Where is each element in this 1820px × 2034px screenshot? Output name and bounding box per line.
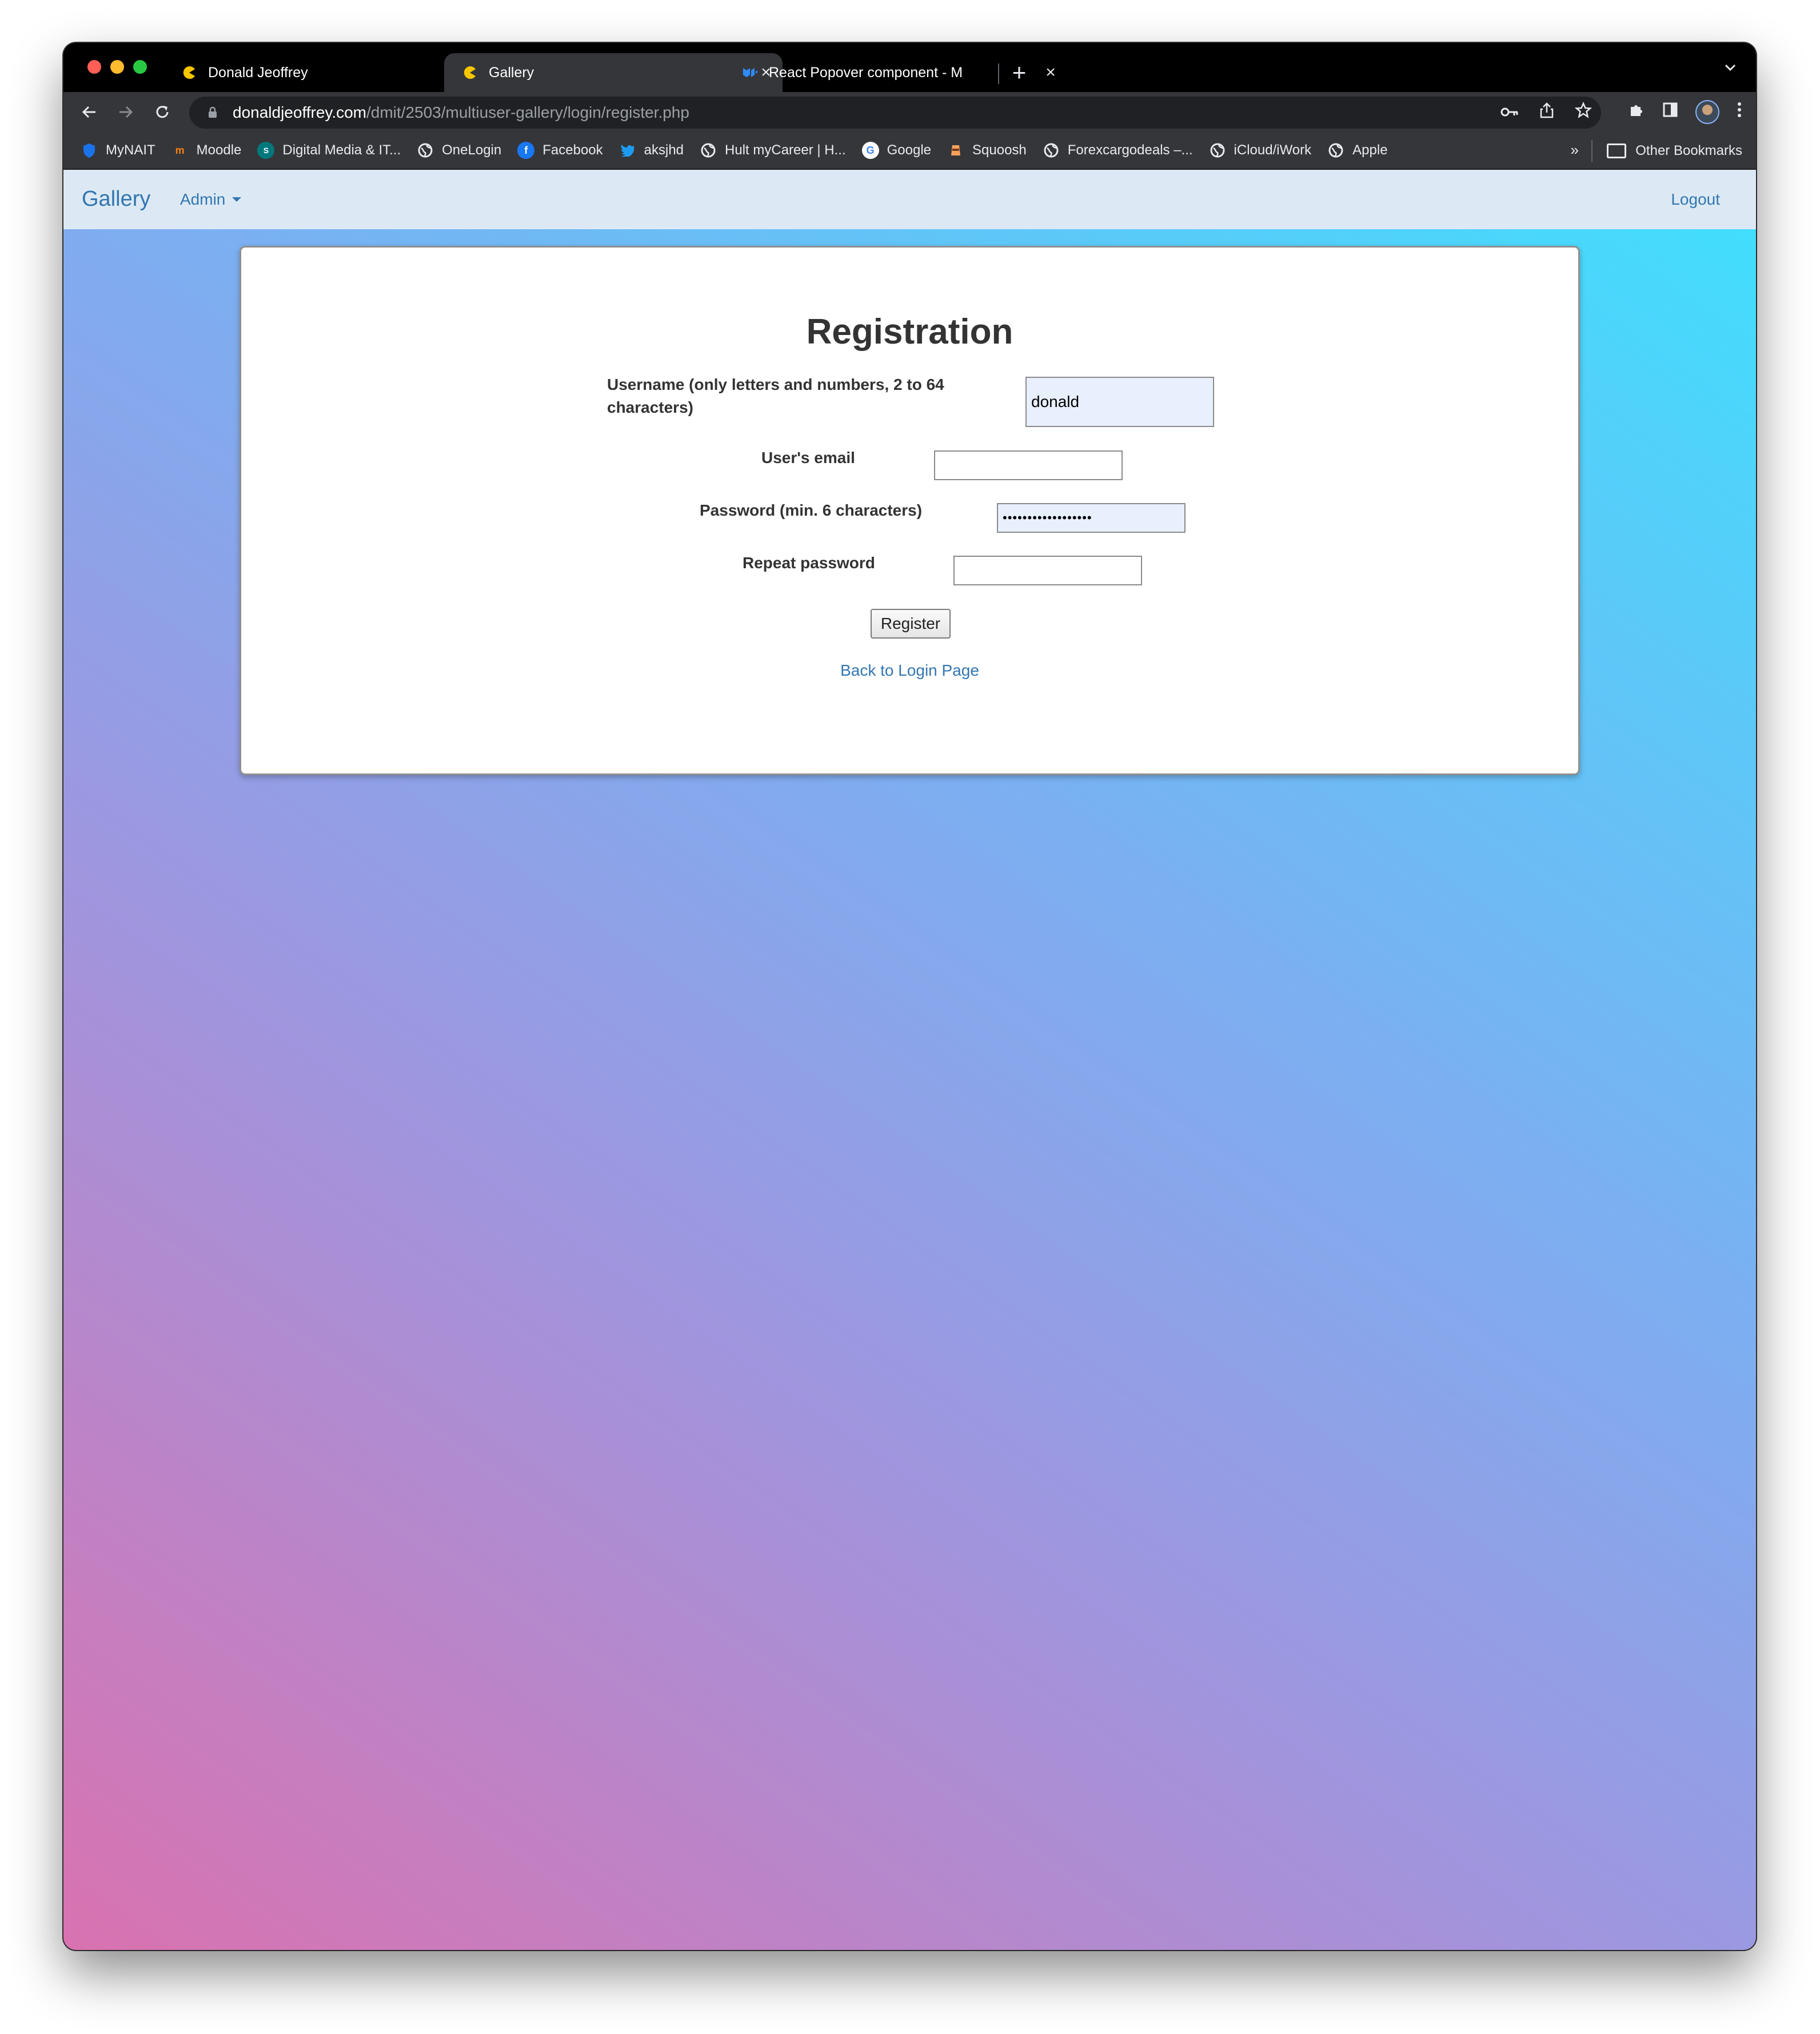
site-navbar: Gallery Admin Logout bbox=[63, 170, 1756, 229]
profile-avatar[interactable] bbox=[1695, 100, 1719, 124]
back-button[interactable] bbox=[75, 98, 103, 126]
pacman-favicon-icon bbox=[181, 64, 198, 81]
fullscreen-window-button[interactable] bbox=[133, 60, 147, 74]
bookmark-aksjhd[interactable]: aksjhd bbox=[619, 142, 684, 159]
bookmark-label: Squoosh bbox=[972, 142, 1027, 158]
extensions-puzzle-icon[interactable] bbox=[1628, 101, 1645, 123]
pacman-favicon-icon bbox=[461, 64, 478, 81]
bookmark-label: Hult myCareer | H... bbox=[725, 142, 846, 158]
bookmark-hult[interactable]: Hult myCareer | H... bbox=[700, 142, 846, 159]
url-text: donaldjeoffrey.com/dmit/2503/multiuser-g… bbox=[233, 103, 689, 122]
reload-icon bbox=[156, 106, 169, 118]
key-icon[interactable] bbox=[1500, 103, 1519, 122]
bookmark-label: aksjhd bbox=[644, 142, 684, 158]
page-title: Registration bbox=[806, 312, 1013, 352]
globe-icon bbox=[417, 142, 434, 159]
moodle-icon: m bbox=[175, 144, 185, 156]
shield-icon bbox=[81, 142, 98, 159]
bookmark-label: iCloud/iWork bbox=[1234, 142, 1312, 158]
tab-search-button[interactable] bbox=[1723, 60, 1738, 79]
bookmark-label: Google bbox=[887, 142, 932, 158]
repeat-password-input[interactable] bbox=[953, 556, 1142, 585]
bookmark-moodle[interactable]: m Moodle bbox=[171, 142, 242, 159]
email-label: User's email bbox=[761, 449, 855, 466]
registration-card: Registration Username (only letters and … bbox=[240, 246, 1580, 775]
password-label: Password (min. 6 characters) bbox=[700, 501, 923, 519]
tab-separator bbox=[998, 63, 999, 84]
tab-title: Donald Jeoffrey bbox=[208, 64, 308, 81]
password-input[interactable]: •••••••••••••••••• bbox=[997, 503, 1186, 533]
squoosh-icon bbox=[947, 142, 964, 159]
other-bookmarks-button[interactable]: Other Bookmarks bbox=[1607, 132, 1742, 170]
browser-toolbar: donaldjeoffrey.com/dmit/2503/multiuser-g… bbox=[63, 92, 1756, 132]
mui-favicon-icon bbox=[741, 64, 759, 81]
reload-button[interactable] bbox=[148, 98, 177, 126]
star-icon[interactable] bbox=[1574, 101, 1592, 123]
bookmark-apple[interactable]: Apple bbox=[1327, 142, 1388, 159]
bookmark-label: OneLogin bbox=[442, 142, 502, 158]
globe-icon bbox=[1209, 142, 1226, 159]
tab-title: Gallery bbox=[489, 64, 534, 81]
new-tab-button[interactable]: + bbox=[1004, 58, 1034, 87]
bookmarks-divider bbox=[1591, 140, 1592, 162]
username-input[interactable]: donald bbox=[1025, 377, 1214, 427]
bookmark-onelogin[interactable]: OneLogin bbox=[417, 142, 501, 159]
globe-icon bbox=[1327, 142, 1344, 159]
minimize-window-button[interactable] bbox=[110, 60, 124, 74]
bookmark-label: Facebook bbox=[542, 142, 603, 158]
bookmark-label: Forexcargodeals –... bbox=[1067, 142, 1193, 158]
browser-window: Donald Jeoffrey × Gallery × React Popove… bbox=[63, 43, 1756, 1950]
globe-icon bbox=[700, 142, 717, 159]
close-icon[interactable]: × bbox=[1042, 63, 1059, 82]
email-input[interactable] bbox=[934, 450, 1123, 480]
page-viewport: Gallery Admin Logout Registration Userna… bbox=[63, 170, 1756, 1950]
username-label: Username (only letters and numbers, 2 to… bbox=[607, 376, 944, 416]
share-icon[interactable] bbox=[1539, 102, 1554, 123]
tab-strip: Donald Jeoffrey × Gallery × React Popove… bbox=[63, 43, 1756, 92]
lock-icon[interactable] bbox=[204, 104, 221, 121]
twitter-icon bbox=[619, 142, 636, 159]
facebook-icon: f bbox=[517, 142, 535, 159]
address-bar[interactable]: donaldjeoffrey.com/dmit/2503/multiuser-g… bbox=[189, 97, 1601, 129]
logout-link[interactable]: Logout bbox=[1671, 190, 1720, 209]
admin-label: Admin bbox=[180, 190, 226, 208]
bookmark-google[interactable]: G Google bbox=[861, 142, 932, 159]
forward-arrow-icon bbox=[119, 106, 133, 118]
side-panel-icon[interactable] bbox=[1662, 102, 1678, 122]
folder-icon bbox=[1607, 143, 1627, 158]
close-window-button[interactable] bbox=[87, 60, 101, 74]
back-to-login-link: Back to Login Page bbox=[241, 661, 1578, 680]
bookmark-label: Apple bbox=[1352, 142, 1388, 158]
bookmark-digital-media[interactable]: S Digital Media & IT... bbox=[257, 142, 401, 159]
bookmarks-overflow-button[interactable]: » bbox=[1571, 141, 1579, 159]
bookmark-label: Digital Media & IT... bbox=[282, 142, 401, 158]
register-button[interactable]: Register bbox=[871, 609, 951, 639]
bookmark-squoosh[interactable]: Squoosh bbox=[947, 142, 1027, 159]
bookmarks-bar: MyNAIT m Moodle S Digital Media & IT... … bbox=[63, 132, 1756, 170]
menu-kebab-icon[interactable] bbox=[1737, 101, 1742, 123]
tab-title: React Popover component - M bbox=[769, 64, 963, 81]
bookmark-facebook[interactable]: f Facebook bbox=[517, 142, 603, 159]
bookmark-label: MyNAIT bbox=[106, 142, 155, 158]
sharepoint-icon: S bbox=[257, 142, 275, 159]
caret-down-icon bbox=[232, 197, 242, 202]
other-bookmarks-label: Other Bookmarks bbox=[1635, 143, 1742, 158]
url-host: donaldjeoffrey.com bbox=[233, 103, 366, 121]
back-to-login-text[interactable]: Back to Login Page bbox=[840, 661, 979, 679]
bookmark-icloud[interactable]: iCloud/iWork bbox=[1209, 142, 1312, 159]
bookmark-label: Moodle bbox=[196, 142, 242, 158]
admin-dropdown[interactable]: Admin bbox=[180, 190, 242, 209]
globe-icon bbox=[1043, 142, 1060, 159]
google-icon: G bbox=[861, 142, 879, 159]
bookmark-forexcargodeals[interactable]: Forexcargodeals –... bbox=[1043, 142, 1193, 159]
url-path: /dmit/2503/multiuser-gallery/login/regis… bbox=[366, 103, 689, 121]
forward-button[interactable] bbox=[111, 98, 140, 126]
brand-link[interactable]: Gallery bbox=[82, 187, 150, 212]
back-arrow-icon bbox=[82, 106, 95, 118]
bookmark-mynait[interactable]: MyNAIT bbox=[81, 142, 155, 159]
repeat-password-label: Repeat password bbox=[743, 554, 875, 572]
